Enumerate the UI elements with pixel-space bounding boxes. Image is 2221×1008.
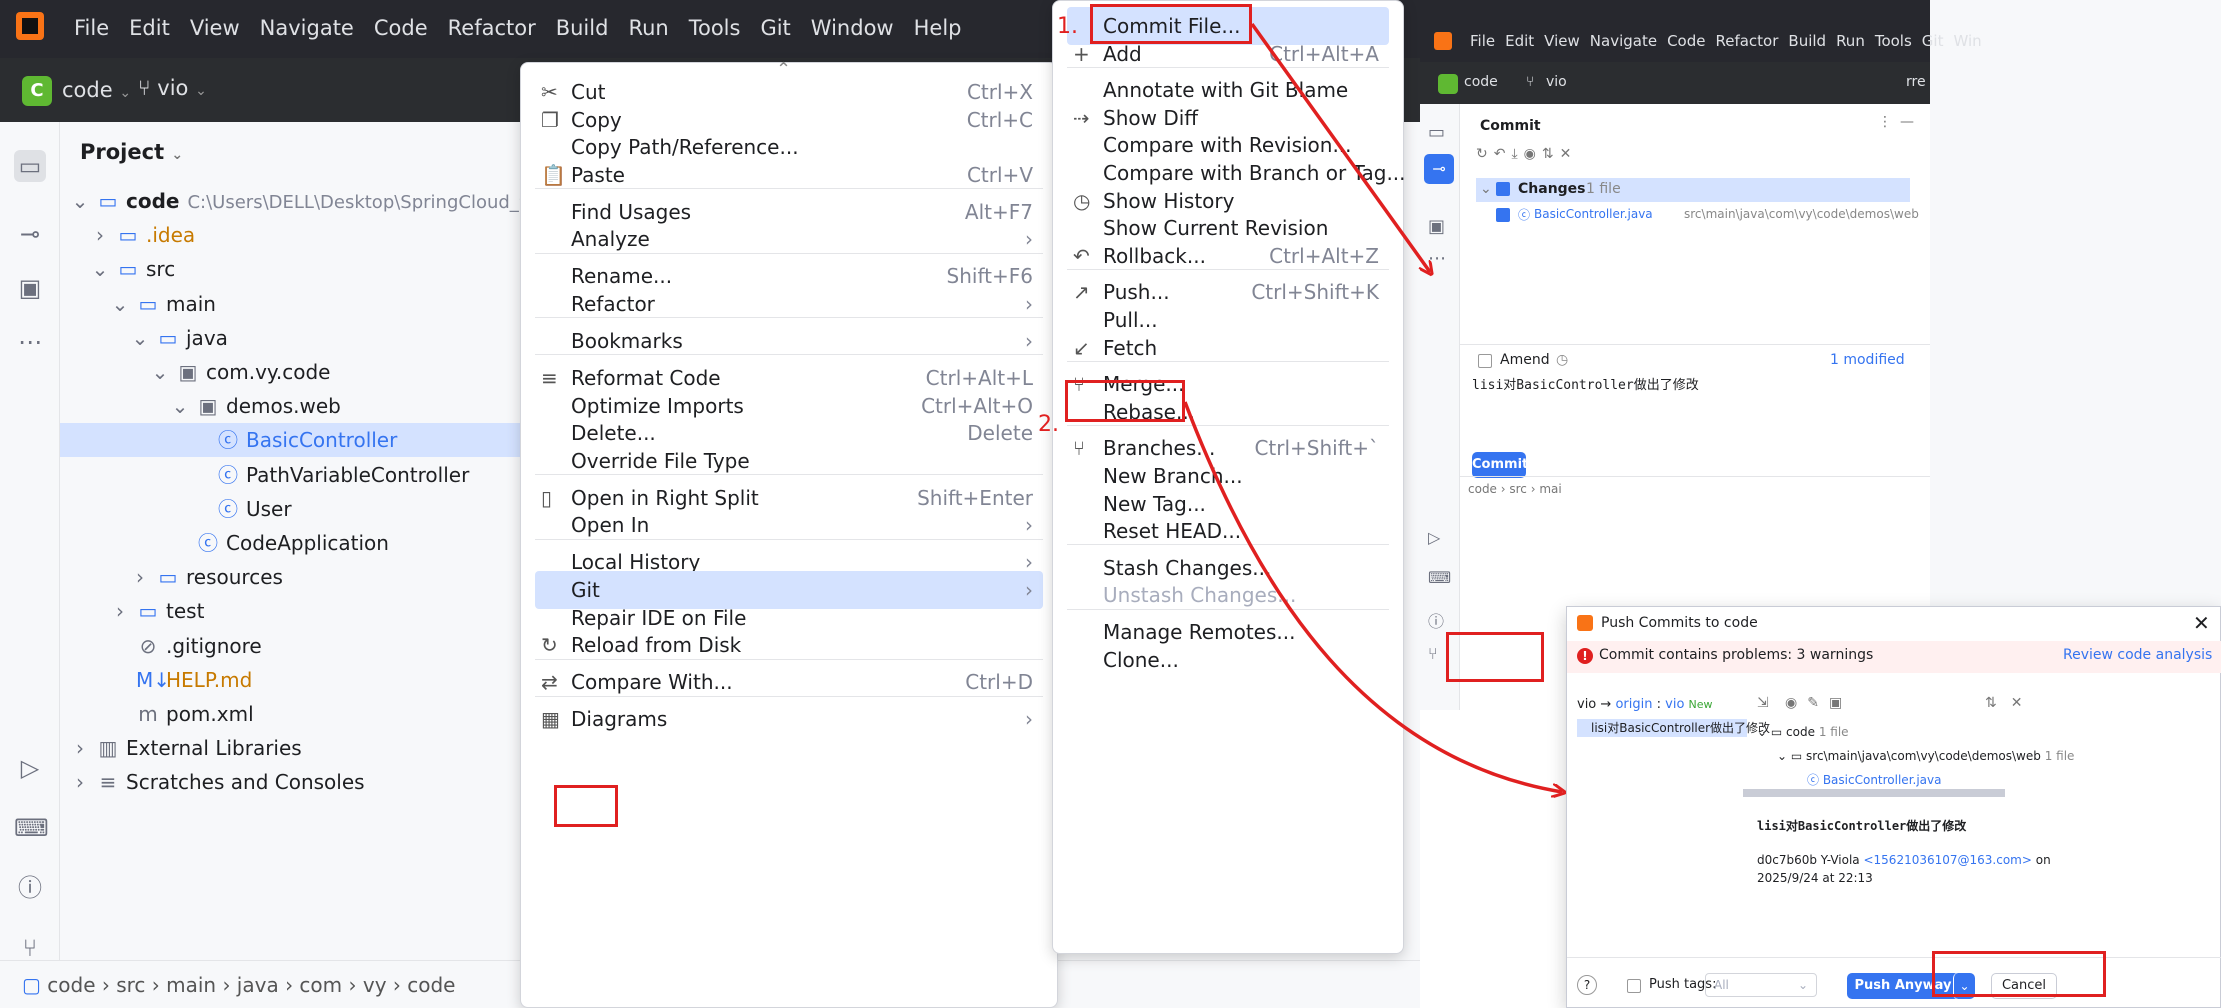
- annotation-arrows: [1183, 22, 2221, 1008]
- annotation-arrow-2: [1183, 401, 1562, 792]
- annotation-arrow-1: [1250, 22, 1430, 272]
